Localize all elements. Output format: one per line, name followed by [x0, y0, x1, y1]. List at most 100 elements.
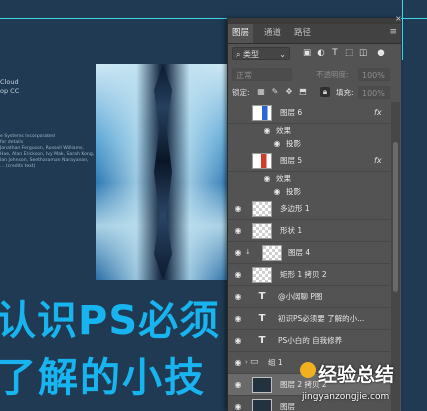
layer-row[interactable]: ◉ 形状 1 — [228, 220, 390, 242]
layer-row[interactable]: ◉ T PS小白的 自我修养 — [228, 330, 390, 352]
layer-row[interactable]: ◉ 多边形 1 — [228, 198, 390, 220]
layer-name: @小阔聊 P图 — [278, 292, 323, 301]
chevron-right-icon[interactable]: › — [245, 358, 248, 366]
tab-layers[interactable]: 图层 — [228, 24, 254, 43]
folder-icon: ▭ — [250, 357, 259, 367]
layer-row[interactable]: ◉ T 初识PS必须要 了解的小... — [228, 308, 390, 330]
eye-icon[interactable]: ◉ — [233, 402, 243, 411]
adjustment-filter-icon[interactable]: ◐ — [316, 48, 326, 58]
fx-icon[interactable]: fx — [374, 102, 382, 124]
layer-name: PS小白的 自我修养 — [278, 336, 343, 345]
close-icon[interactable]: × — [395, 14, 402, 23]
lock-all-icon[interactable]: 🔒︎ — [320, 87, 330, 97]
info-title-line1: Cloud — [0, 78, 19, 86]
eye-icon[interactable]: ◉ — [233, 248, 243, 258]
symmetry-center-pattern — [154, 64, 172, 280]
eye-icon[interactable]: ◉ — [233, 380, 243, 390]
effects-label: 效果 — [276, 126, 291, 135]
lock-transparency-icon[interactable]: ▦ — [256, 87, 266, 97]
watermark-logo-icon — [300, 362, 316, 378]
layer-thumbnail — [252, 377, 272, 393]
eye-icon[interactable]: ◉ — [233, 314, 243, 324]
layer-thumbnail — [252, 105, 272, 121]
layer-row[interactable]: ◉ 矩形 1 拷贝 2 — [228, 264, 390, 286]
layer-name: 形状 1 — [280, 226, 303, 235]
eye-icon[interactable]: ◉ — [233, 226, 243, 236]
shape-filter-icon[interactable]: ⬚ — [344, 48, 354, 58]
layer-thumbnail — [252, 399, 272, 411]
eye-icon[interactable]: ◉ — [233, 292, 243, 302]
effects-row[interactable]: ◉ 效果 — [228, 124, 390, 137]
clipping-mask-icon: ↓ — [245, 248, 251, 256]
opacity-label: 不透明度: — [316, 70, 349, 79]
effect-item-row[interactable]: ◉ 投影 — [228, 137, 390, 150]
watermark-brand: 经验总结 — [318, 364, 395, 386]
eye-icon[interactable]: ◉ — [233, 336, 243, 346]
layer-row[interactable]: 图层 5 fx — [228, 150, 390, 172]
scrollbar-thumb[interactable] — [393, 142, 398, 292]
guide-line-top-right — [400, 18, 427, 19]
fx-icon[interactable]: fx — [374, 150, 382, 172]
layer-thumbnail — [252, 267, 272, 283]
lock-position-icon[interactable]: ✥ — [284, 87, 294, 97]
effects-row[interactable]: ◉ 效果 — [228, 172, 390, 185]
layer-name: 初识PS必须要 了解的小... — [278, 314, 365, 323]
opacity-value: 100% — [362, 71, 385, 80]
eye-icon[interactable]: ◉ — [233, 204, 243, 214]
fill-label: 填充: — [336, 88, 354, 97]
filter-row: ⌕ 类型 ⌄ ▣ ◐ T ⬚ ◫ ● — [228, 44, 401, 63]
eye-icon[interactable]: ◉ — [272, 139, 282, 149]
effect-name: 投影 — [286, 187, 301, 196]
layer-thumbnail — [262, 245, 282, 261]
chevron-down-icon: ⌄ — [279, 50, 286, 59]
eye-icon[interactable]: ◉ — [233, 270, 243, 280]
text-layer-icon: T — [258, 313, 266, 324]
visibility-off-icon[interactable] — [233, 156, 243, 166]
tab-channels[interactable]: 通道 — [260, 24, 285, 43]
lock-pixels-icon[interactable]: ✎ — [270, 87, 280, 97]
layer-name: 组 1 — [268, 358, 283, 367]
layer-row[interactable]: 图层 6 fx — [228, 102, 390, 124]
fill-input[interactable]: 100% — [358, 86, 390, 99]
type-filter-icon[interactable]: T — [330, 48, 340, 58]
layer-row[interactable]: ◉ ↓ 图层 4 — [228, 242, 390, 264]
watermark: 经验总结 jingyanzongjie.com — [300, 358, 427, 411]
blend-mode-label: 正常 — [236, 71, 252, 80]
eye-icon[interactable]: ◉ — [272, 187, 282, 197]
tab-paths[interactable]: 路径 — [290, 24, 315, 43]
search-icon: ⌕ — [236, 50, 244, 59]
layer-name: 图层 — [280, 402, 295, 411]
filter-kind-select[interactable]: ⌕ 类型 ⌄ — [232, 47, 290, 60]
layer-name: 图层 4 — [288, 248, 311, 257]
layer-name: 图层 6 — [280, 108, 303, 117]
fill-value: 100% — [362, 89, 385, 98]
layer-thumbnail — [252, 223, 272, 239]
info-line: ... (credits text) — [0, 164, 36, 169]
eye-icon[interactable]: ◉ — [262, 126, 272, 136]
smart-object-filter-icon[interactable]: ◫ — [358, 48, 368, 58]
effect-name: 投影 — [286, 139, 301, 148]
layer-name: 多边形 1 — [280, 204, 310, 213]
blend-row: 正常 不透明度: 100% — [228, 66, 401, 82]
panel-menu-icon[interactable]: ≡ — [389, 27, 397, 37]
mirrored-sky-artwork — [96, 64, 230, 280]
eye-icon[interactable]: ◉ — [262, 174, 272, 184]
pixel-filter-icon[interactable]: ▣ — [302, 48, 312, 58]
guide-line-vertical — [402, 0, 403, 60]
layer-thumbnail — [252, 201, 272, 217]
info-title-line2: op CC — [0, 87, 20, 95]
layer-row[interactable]: ◉ T @小阔聊 P图 — [228, 286, 390, 308]
layer-name: 图层 5 — [280, 156, 303, 165]
effect-item-row[interactable]: ◉ 投影 — [228, 185, 390, 198]
filter-toggle-icon[interactable]: ● — [374, 48, 388, 58]
lock-label: 锁定: — [232, 88, 250, 97]
effects-label: 效果 — [276, 174, 291, 183]
text-layer-icon: T — [258, 291, 266, 302]
lock-artboard-icon[interactable]: ⬒ — [298, 87, 308, 97]
blend-mode-select[interactable]: 正常 — [232, 68, 292, 81]
guide-line-top — [0, 18, 227, 19]
headline-line2: 了解的小技 — [0, 355, 206, 401]
opacity-input[interactable]: 100% — [358, 68, 390, 81]
visibility-off-icon[interactable] — [233, 108, 243, 118]
eye-icon[interactable]: ◉ — [233, 358, 243, 368]
